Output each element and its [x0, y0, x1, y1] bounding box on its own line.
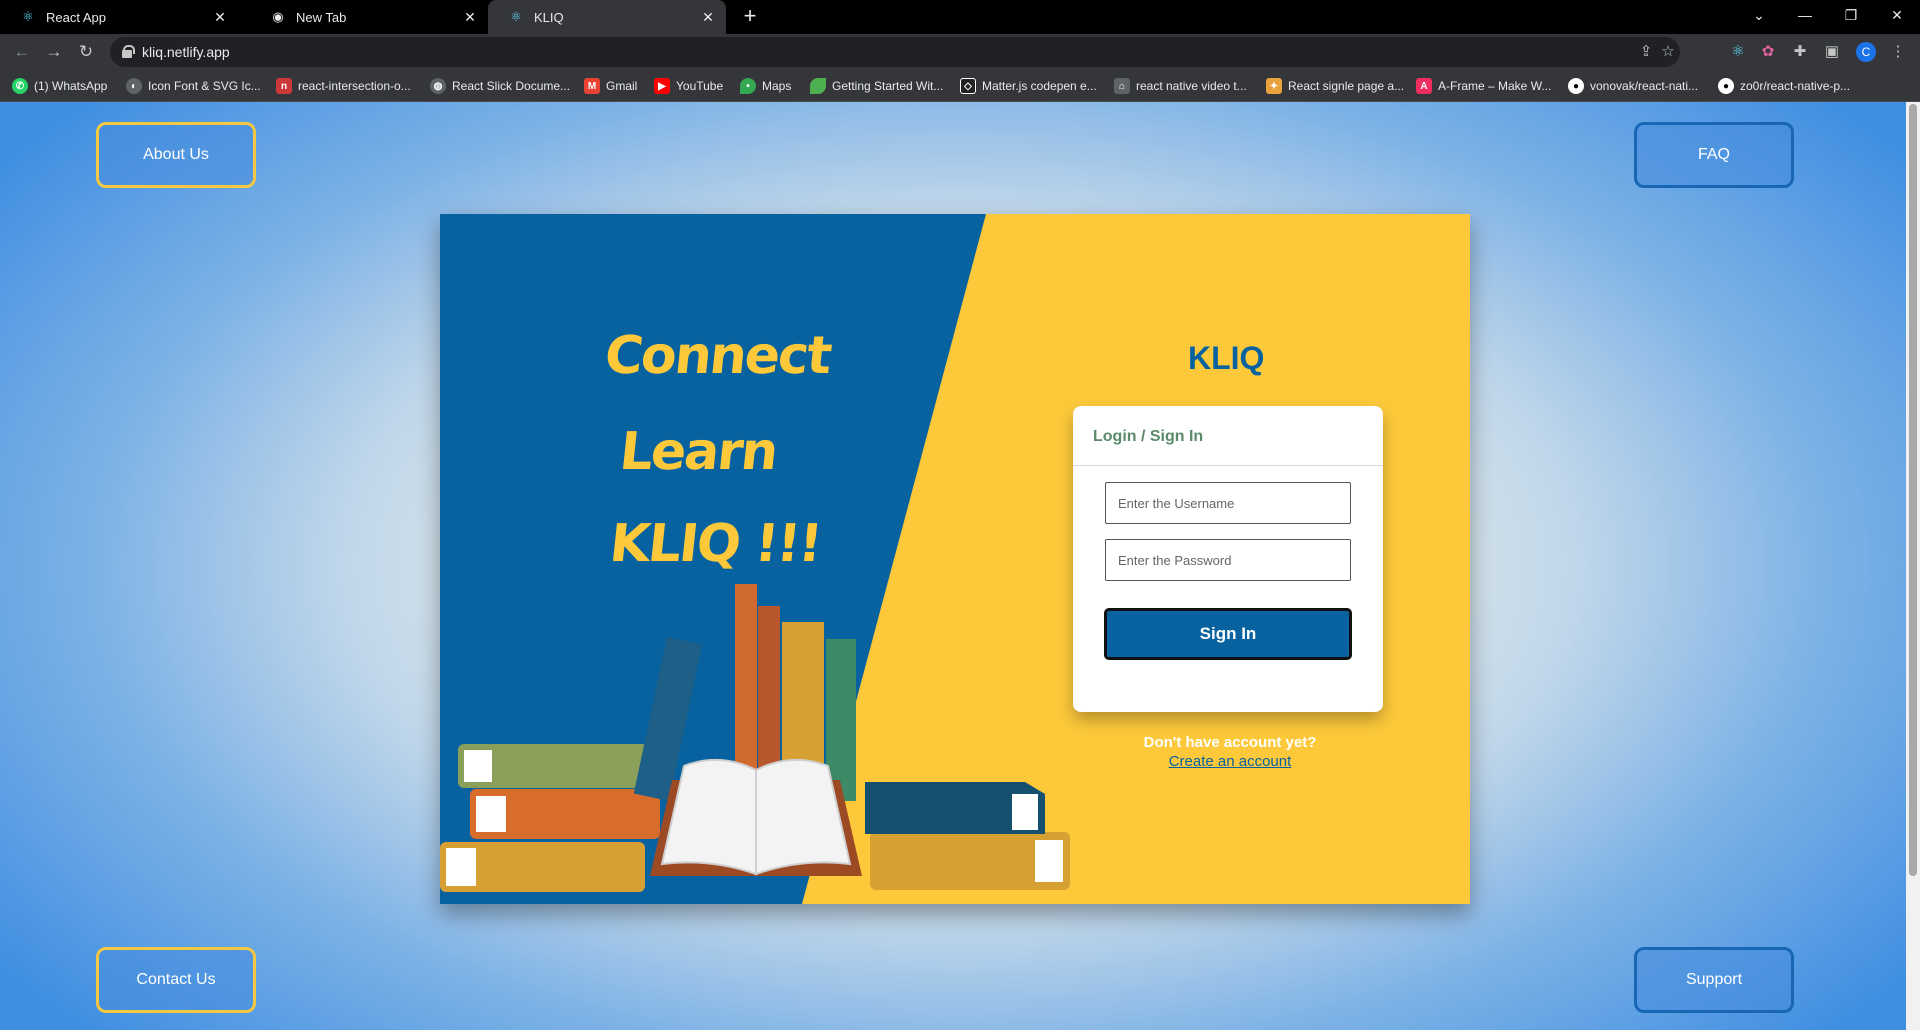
new-tab-button[interactable]: + — [738, 5, 762, 29]
bookmark-react-slick[interactable]: ◍ React Slick Docume... — [430, 76, 570, 96]
react-icon: ⚛ — [510, 9, 522, 24]
page-viewport: About Us FAQ Contact Us Support Connect … — [0, 102, 1920, 1030]
github-icon: ● — [1568, 78, 1584, 94]
tab-title: New Tab — [296, 9, 347, 25]
bookmark-star-icon[interactable]: ☆ — [1658, 42, 1678, 62]
bookmark-getting-started[interactable]: Getting Started Wit... — [810, 76, 943, 96]
url-text: kliq.netlify.app — [142, 44, 230, 60]
create-account-link[interactable]: Create an account — [1080, 753, 1380, 770]
bookmark-react-single-page[interactable]: ✦ React signle page a... — [1266, 76, 1404, 96]
contact-us-button[interactable]: Contact Us — [96, 947, 256, 1013]
tab-strip: ⚛ React App ✕ ◉ New Tab ✕ ⚛ KLIQ ✕ + ⌄ —… — [0, 0, 1920, 34]
tab-kliq[interactable]: ⚛ KLIQ ✕ — [488, 0, 726, 34]
slogan-learn: Learn — [616, 422, 780, 482]
slogan-connect: Connect — [601, 326, 834, 386]
bookmark-react-native-video[interactable]: ⌂ react native video t... — [1114, 76, 1247, 96]
brand-title: KLIQ — [1188, 340, 1265, 376]
close-tab-icon[interactable]: ✕ — [212, 9, 228, 25]
chrome-icon: ◉ — [272, 9, 284, 24]
login-form: Login / Sign In Sign In — [1073, 406, 1383, 712]
tab-search-icon[interactable]: ⌄ — [1736, 0, 1782, 30]
book-pages — [446, 848, 476, 886]
login-header: Login / Sign In — [1073, 406, 1383, 466]
brand-icon: ✦ — [1266, 78, 1282, 94]
menu-icon[interactable]: ⋮ — [1888, 42, 1908, 62]
book-pages — [464, 750, 492, 782]
bookmark-react-intersection[interactable]: n react-intersection-o... — [276, 76, 411, 96]
bookmark-zo0r[interactable]: ● zo0r/react-native-p... — [1718, 76, 1850, 96]
gmail-icon: M — [584, 78, 600, 94]
share-icon[interactable]: ⇪ — [1636, 42, 1656, 62]
leaf-icon — [810, 78, 826, 94]
bookmark-matterjs[interactable]: ◇ Matter.js codepen e... — [960, 76, 1097, 96]
faq-button[interactable]: FAQ — [1634, 122, 1794, 188]
sign-in-button[interactable]: Sign In — [1104, 608, 1352, 660]
address-bar[interactable]: kliq.netlify.app ⇪ ☆ — [110, 37, 1680, 67]
tab-react-app[interactable]: ⚛ React App ✕ — [0, 0, 238, 34]
page-scrollbar[interactable] — [1906, 102, 1920, 1030]
book-pages — [476, 796, 506, 832]
lock-icon — [122, 45, 135, 58]
reload-icon[interactable]: ↻ — [74, 40, 98, 64]
profile-avatar[interactable]: C — [1856, 42, 1876, 62]
username-input[interactable] — [1105, 482, 1351, 524]
bookmark-vonovak[interactable]: ● vonovak/react-nati... — [1568, 76, 1698, 96]
slogan-kliq: KLIQ !!! — [606, 514, 824, 574]
maps-icon: • — [740, 78, 756, 94]
globe-icon: ◍ — [430, 78, 446, 94]
browser-toolbar: ← → ↻ kliq.netlify.app ⇪ ☆ ⚛ ✿ ✚ ▣ C ⋮ — [0, 34, 1920, 70]
open-book-left-page — [660, 758, 757, 876]
forward-icon[interactable]: → — [42, 40, 66, 64]
bookmarks-bar: ✆ (1) WhatsApp ◐ Icon Font & SVG Ic... n re… — [0, 70, 1920, 102]
youtube-icon: ▶ — [654, 78, 670, 94]
no-account-text: Don't have account yet? — [1143, 734, 1317, 751]
github-icon: ● — [1718, 78, 1734, 94]
support-button[interactable]: Support — [1634, 947, 1794, 1013]
bookmark-youtube[interactable]: ▶ YouTube — [654, 76, 723, 96]
expo-icon: ⌂ — [1114, 78, 1130, 94]
extensions-icon[interactable]: ✚ — [1790, 42, 1810, 62]
login-card: Connect Learn KLIQ !!! KLIQ Login / Sign… — [440, 214, 1470, 904]
about-us-button[interactable]: About Us — [96, 122, 256, 188]
book-pages — [1035, 840, 1063, 882]
npm-icon: n — [276, 78, 292, 94]
restore-button[interactable]: ❐ — [1828, 0, 1874, 30]
tab-title: React App — [46, 9, 106, 25]
bookmark-icon-font[interactable]: ◐ Icon Font & SVG Ic... — [126, 76, 261, 96]
login-title: Login / Sign In — [1093, 428, 1204, 445]
bookmark-aframe[interactable]: A A-Frame – Make W... — [1416, 76, 1551, 96]
minimize-button[interactable]: — — [1782, 0, 1828, 30]
bookmark-whatsapp[interactable]: ✆ (1) WhatsApp — [12, 76, 107, 96]
color-picker-extension-icon[interactable]: ✿ — [1758, 42, 1778, 62]
tab-title: KLIQ — [534, 9, 564, 25]
close-window-button[interactable]: ✕ — [1874, 0, 1920, 30]
scrollbar-thumb[interactable] — [1909, 104, 1917, 876]
password-input[interactable] — [1105, 539, 1351, 581]
close-tab-icon[interactable]: ✕ — [462, 9, 478, 25]
side-panel-icon[interactable]: ▣ — [1822, 42, 1842, 62]
aframe-icon: A — [1416, 78, 1432, 94]
bookmark-gmail[interactable]: M Gmail — [584, 76, 637, 96]
close-tab-icon[interactable]: ✕ — [700, 9, 716, 25]
whatsapp-icon: ✆ — [12, 78, 28, 94]
book-pages — [1012, 794, 1038, 830]
books-illustration — [440, 584, 1070, 892]
iconfont-icon: ◐ — [126, 78, 142, 94]
tab-new-tab[interactable]: ◉ New Tab ✕ — [250, 0, 488, 34]
bookmark-maps[interactable]: • Maps — [740, 76, 791, 96]
react-devtools-icon[interactable]: ⚛ — [1728, 42, 1748, 62]
back-icon[interactable]: ← — [10, 40, 34, 64]
react-icon: ⚛ — [22, 9, 34, 24]
codepen-icon: ◇ — [960, 78, 976, 94]
